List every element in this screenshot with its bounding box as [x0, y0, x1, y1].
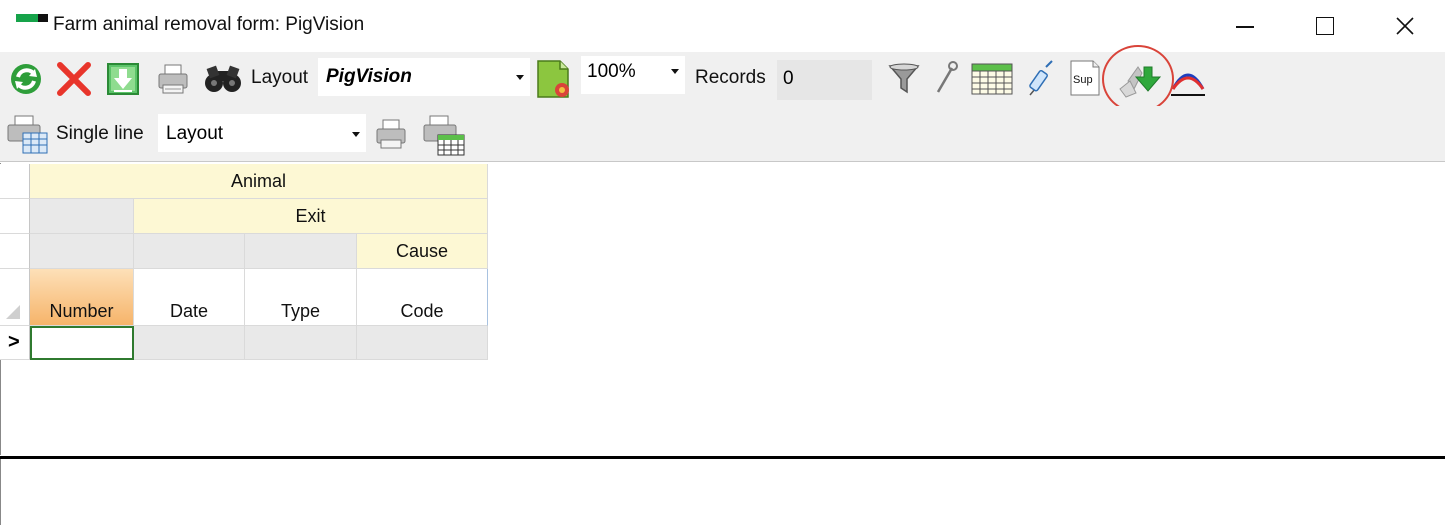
- column-header-number[interactable]: Number: [30, 269, 134, 326]
- single-line-label: Single line: [56, 123, 144, 144]
- binoculars-icon: [205, 65, 241, 92]
- records-count: 0: [777, 60, 872, 100]
- zoom-value: 100%: [587, 61, 636, 82]
- download-icon: [107, 63, 139, 95]
- print-table-button[interactable]: [420, 112, 468, 158]
- delete-icon: [57, 62, 91, 96]
- column-header-date[interactable]: Date: [134, 269, 245, 326]
- sup-button[interactable]: Sup: [1068, 58, 1102, 98]
- refresh-button[interactable]: [6, 60, 46, 98]
- layout-select-value: PigVision: [326, 66, 412, 87]
- refresh-icon: [11, 64, 41, 94]
- search-button[interactable]: [200, 60, 246, 98]
- printer-icon: [376, 119, 406, 149]
- zoom-select[interactable]: 100%: [581, 56, 685, 94]
- filter-icon: [888, 63, 920, 94]
- print-button[interactable]: [152, 60, 194, 98]
- grid-cell-date[interactable]: [134, 326, 245, 360]
- detail-panel: [0, 459, 1445, 525]
- grid-cell-type[interactable]: [245, 326, 357, 360]
- print-table-icon: [423, 115, 465, 156]
- calendar-icon: [971, 63, 1013, 95]
- chevron-down-icon: [516, 75, 524, 80]
- sup-label: Sup: [1073, 74, 1093, 86]
- download-button[interactable]: [102, 60, 144, 98]
- row-header: [0, 234, 30, 269]
- layout-select-2-value: Layout: [166, 123, 224, 144]
- group-header-empty: [245, 234, 357, 269]
- chevron-down-icon: [671, 69, 679, 74]
- maximize-icon: [1316, 17, 1334, 35]
- layout-label: Layout: [251, 67, 309, 88]
- column-header-code[interactable]: Code: [357, 269, 488, 326]
- records-count-value: 0: [783, 68, 794, 89]
- group-header-empty: [30, 234, 134, 269]
- delete-button[interactable]: [52, 60, 96, 98]
- group-header-exit: Exit: [134, 199, 488, 234]
- layout-select[interactable]: PigVision: [318, 58, 530, 96]
- print-button-2[interactable]: [370, 114, 412, 154]
- close-button[interactable]: [1370, 0, 1440, 52]
- syringe-icon: [1029, 60, 1053, 96]
- group-header-empty: [134, 234, 245, 269]
- print-preview-button[interactable]: [4, 112, 50, 156]
- filter-button[interactable]: [884, 60, 924, 98]
- print-preview-icon: [7, 115, 48, 154]
- app-icon: [16, 14, 48, 22]
- current-row-indicator: >: [0, 326, 30, 360]
- row-header: [0, 164, 30, 199]
- highlight-circle: [1102, 45, 1174, 113]
- chevron-down-icon: [352, 132, 360, 137]
- group-header-empty: [30, 199, 134, 234]
- window-title: Farm animal removal form: PigVision: [53, 14, 365, 35]
- active-cell-border: [30, 326, 134, 360]
- column-header-type[interactable]: Type: [245, 269, 357, 326]
- group-header-animal: Animal: [30, 164, 488, 199]
- print-icon: [158, 64, 188, 94]
- layout-select-2[interactable]: Layout: [158, 114, 366, 152]
- minimize-icon: [1236, 26, 1254, 28]
- layout-settings-icon: [537, 60, 569, 98]
- grid-cell-code[interactable]: [357, 326, 488, 360]
- records-label: Records: [695, 67, 766, 88]
- curve-button[interactable]: [1168, 60, 1208, 100]
- group-header-cause: Cause: [357, 234, 488, 269]
- curve-chart-icon: [1171, 73, 1205, 96]
- maximize-button[interactable]: [1290, 0, 1360, 52]
- title-bar: Farm animal removal form: PigVision: [0, 0, 1445, 52]
- select-all-corner[interactable]: [0, 269, 30, 326]
- row-header: [0, 199, 30, 234]
- close-icon: [1396, 17, 1414, 35]
- treatment-button[interactable]: [1022, 58, 1058, 100]
- corner-triangle-icon: [6, 305, 20, 319]
- wrench-icon: [936, 61, 958, 93]
- sup-icon: Sup: [1070, 60, 1100, 96]
- calendar-button[interactable]: [968, 60, 1016, 98]
- layout-settings-button[interactable]: [532, 57, 576, 101]
- minimize-button[interactable]: [1210, 0, 1280, 52]
- settings-button[interactable]: [930, 58, 962, 98]
